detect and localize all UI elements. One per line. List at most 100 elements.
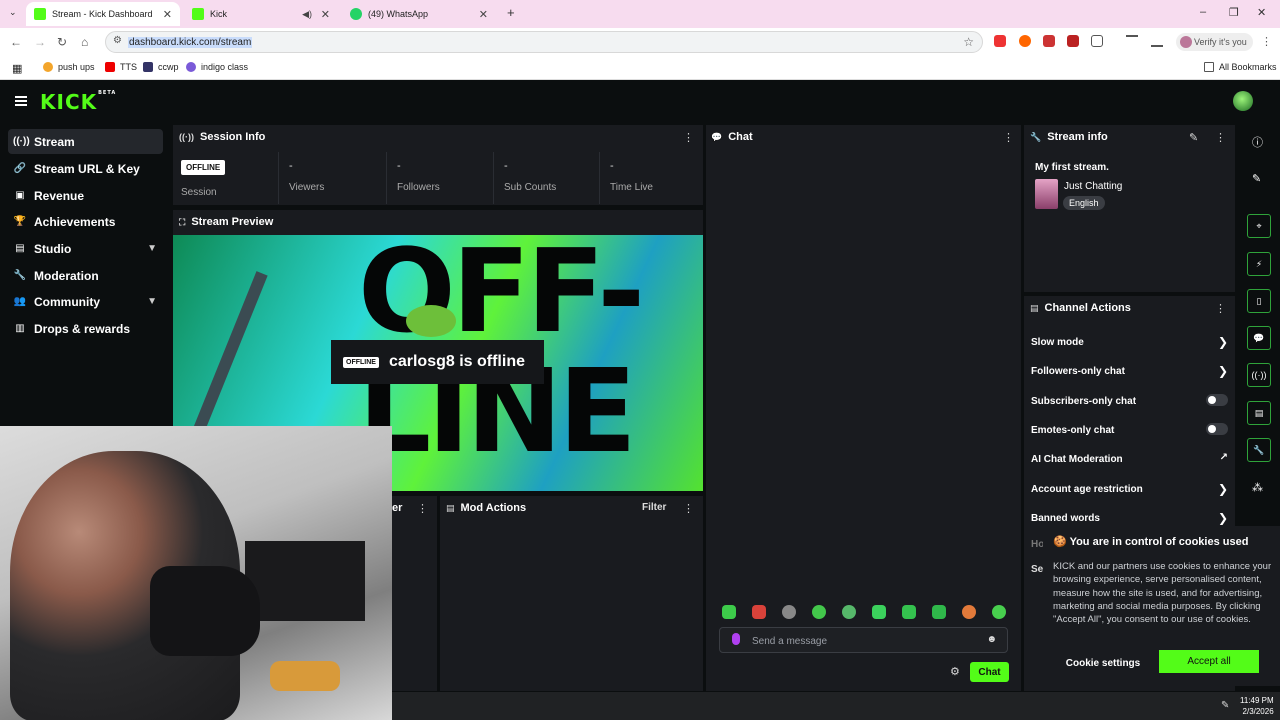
reload-icon[interactable]: ↻ [57,35,67,49]
partial-panel-menu-icon[interactable]: ⋮ [417,502,428,515]
emote-icon[interactable] [812,605,826,619]
all-bookmarks[interactable]: All Bookmarks [1204,62,1277,72]
restore-icon[interactable]: ❐ [1229,6,1239,19]
emoji-icon[interactable]: ☻ [986,634,997,645]
sidebar-item-stream-url-key[interactable]: 🔗 Stream URL & Key [8,156,163,181]
browser-menu-icon[interactable]: ⋮ [1261,35,1272,48]
chat-send-button[interactable]: Chat [970,662,1009,682]
apps-grid-icon[interactable]: ▦ [12,62,22,75]
emotes-only-toggle[interactable] [1206,423,1228,435]
kick-logo[interactable]: KICKBETA [40,90,116,114]
extension-shield-icon[interactable] [1067,35,1079,47]
session-info-menu-icon[interactable]: ⋮ [683,131,694,144]
emote-icon[interactable] [842,605,856,619]
rail-layout-icon[interactable]: ▤ [1247,401,1271,425]
media-icon[interactable] [1126,35,1138,47]
chevron-down-icon[interactable]: ▼ [147,243,157,254]
rail-chat-icon[interactable]: 💬 [1247,326,1271,350]
home-icon[interactable]: ⌂ [81,35,88,49]
site-info-icon[interactable]: ⚙ [113,35,122,46]
emote-icon[interactable] [872,605,886,619]
back-icon[interactable]: ← [10,35,22,49]
followers-only-row[interactable]: Followers-only chat ❯ [1031,364,1228,378]
rail-scan-icon[interactable]: ⌖ [1247,214,1271,238]
bookmark-favicon-icon [43,62,53,72]
tab-search-icon[interactable]: ⌄ [9,7,17,18]
chat-settings-gear-icon[interactable]: ⚙ [950,665,960,678]
category-name[interactable]: Just Chatting [1064,181,1122,192]
rail-dots-icon[interactable]: ⁂ [1252,481,1263,494]
bookmark-tts[interactable]: TTS [105,62,137,72]
tab-kick-dashboard[interactable]: Stream - Kick Dashboard ✕ [26,2,180,26]
slow-mode-row[interactable]: Slow mode ❯ [1031,335,1228,349]
speaker-icon[interactable]: ◀) [302,9,312,20]
emote-icon[interactable] [722,605,736,619]
close-window-icon[interactable]: ✕ [1257,6,1266,19]
forward-icon[interactable]: → [34,35,46,49]
tab-kick[interactable]: Kick ◀) ✕ [184,2,338,26]
sidebar-item-achievements[interactable]: 🏆 Achievements [8,209,163,234]
address-bar[interactable]: ⚙ dashboard.kick.com/stream ☆ [105,31,983,53]
extension-fire-icon[interactable] [1019,35,1031,47]
rail-bolt-icon[interactable]: ⚡ [1247,252,1271,276]
extension-red-icon[interactable] [994,35,1006,47]
external-link-icon[interactable]: ↗ [1220,452,1228,463]
accept-all-cookies-button[interactable]: Accept all [1159,650,1259,673]
user-avatar[interactable] [1233,91,1253,111]
sidebar-item-revenue[interactable]: ▣ Revenue [8,183,163,208]
chevron-right-icon[interactable]: ❯ [1218,511,1228,525]
chat-message-input[interactable] [752,633,972,649]
url-text[interactable]: dashboard.kick.com/stream [128,37,253,48]
download-icon[interactable] [1151,35,1163,47]
sidebar-item-studio[interactable]: ▤ Studio ▼ [8,236,163,261]
stream-info-menu-icon[interactable]: ⋮ [1215,131,1226,144]
microphone-icon[interactable] [732,633,740,645]
verify-profile-button[interactable]: Verify it's you [1176,33,1253,51]
partial-panel [392,496,437,691]
ai-chat-moderation-row[interactable]: AI Chat Moderation ↗ [1031,452,1228,465]
mod-actions-menu-icon[interactable]: ⋮ [683,502,694,515]
pen-icon[interactable]: ✎ [1221,700,1229,711]
extension-badge-icon[interactable] [1043,35,1055,47]
rail-wrench-icon[interactable]: 🔧 [1247,438,1271,462]
subscribers-only-toggle[interactable] [1206,394,1228,406]
bookmark-indigo-class[interactable]: indigo class [186,62,248,72]
chevron-down-icon[interactable]: ▼ [147,296,157,307]
banned-words-row[interactable]: Banned words ❯ [1031,511,1228,525]
chat-menu-icon[interactable]: ⋮ [1003,131,1014,144]
bookmark-ccwp[interactable]: ccwp [143,62,179,72]
edit-pencil-icon[interactable]: ✎ [1189,131,1198,144]
channel-actions-menu-icon[interactable]: ⋮ [1215,302,1226,315]
emote-icon[interactable] [962,605,976,619]
sidebar-item-drops-rewards[interactable]: ▥ Drops & rewards [8,316,163,341]
sidebar-item-moderation[interactable]: 🔧 Moderation [8,263,163,288]
extensions-puzzle-icon[interactable] [1091,35,1103,47]
rail-broadcast-icon[interactable]: ((·)) [1247,363,1271,387]
menu-hamburger-icon[interactable] [15,96,27,106]
emote-icon[interactable] [782,605,796,619]
taskbar-clock[interactable]: 11:49 PM 2/3/2026 [1240,695,1274,717]
emote-icon[interactable] [752,605,766,619]
info-icon[interactable]: ⓘ [1252,134,1263,150]
chevron-right-icon[interactable]: ❯ [1218,335,1228,349]
bookmark-star-icon[interactable]: ☆ [963,35,974,49]
cookie-settings-button[interactable]: Cookie settings [1053,652,1153,674]
new-tab-icon[interactable]: + [507,5,515,20]
close-tab-icon[interactable]: ✕ [321,8,330,21]
close-tab-icon[interactable]: ✕ [479,8,488,21]
chevron-right-icon[interactable]: ❯ [1218,364,1228,378]
minimize-icon[interactable]: – [1200,6,1206,18]
emote-icon[interactable] [902,605,916,619]
sidebar-item-stream[interactable]: ((·)) Stream [8,129,163,154]
edit-icon[interactable]: ✎ [1252,172,1261,185]
mod-actions-filter-button[interactable]: Filter [642,502,666,513]
tab-whatsapp[interactable]: (49) WhatsApp ✕ [342,2,496,26]
account-age-row[interactable]: Account age restriction ❯ [1031,482,1228,496]
emote-icon[interactable] [992,605,1006,619]
bookmark-push-ups[interactable]: push ups [43,62,95,72]
rail-document-icon[interactable]: ▯ [1247,289,1271,313]
chevron-right-icon[interactable]: ❯ [1218,482,1228,496]
close-tab-icon[interactable]: ✕ [163,8,172,21]
sidebar-item-community[interactable]: 👥 Community ▼ [8,289,163,314]
emote-icon[interactable] [932,605,946,619]
